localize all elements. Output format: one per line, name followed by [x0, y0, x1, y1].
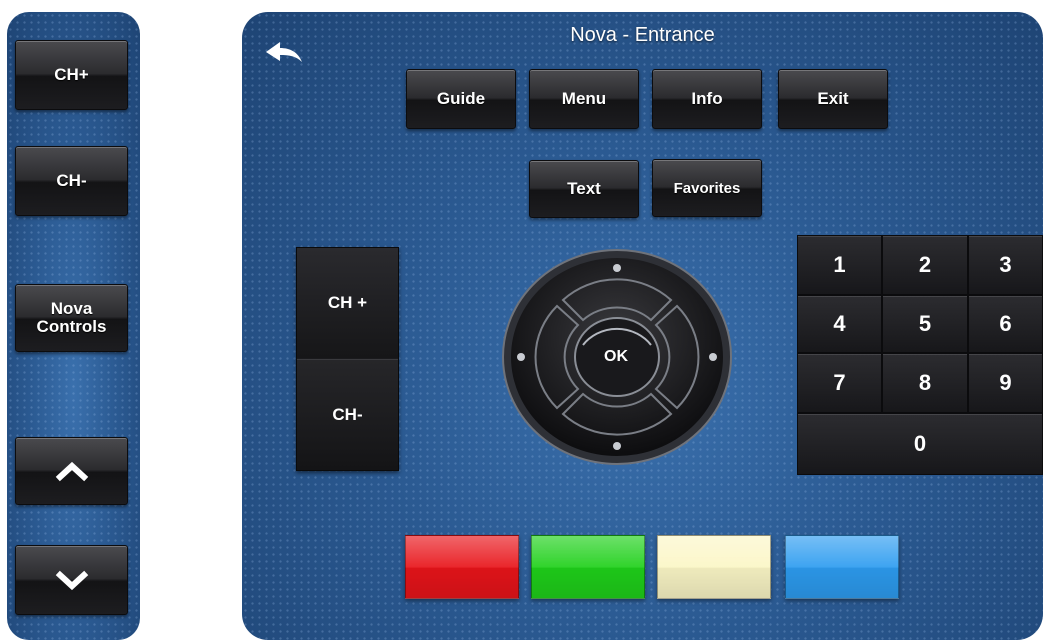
key-8-label: 8 [918, 370, 932, 395]
key-6-label: 6 [999, 311, 1012, 336]
key-0-label: 0 [913, 431, 927, 456]
channel-up-button[interactable]: CH+ [15, 40, 128, 110]
red-button[interactable] [405, 535, 519, 599]
green-button[interactable] [531, 535, 645, 599]
channel-up-label: CH+ [54, 65, 89, 84]
channel-down-label: CH- [56, 171, 87, 190]
yellow-button[interactable] [657, 535, 771, 599]
directional-pad: OK [501, 248, 733, 466]
menu-button[interactable]: Menu [529, 69, 639, 129]
key-9-label: 9 [999, 370, 1012, 395]
nova-controls-button[interactable]: Nova Controls [15, 284, 128, 352]
key-2[interactable]: 2 [882, 235, 968, 295]
rocker-channel-down-button[interactable]: CH- [297, 359, 398, 470]
key-4[interactable]: 4 [797, 295, 882, 353]
info-button[interactable]: Info [652, 69, 762, 129]
dpad-right-dot [709, 353, 717, 361]
main-panel: Nova - Entrance Guide Menu Info Exit Tex… [242, 12, 1043, 640]
rocker-channel-down-label: CH- [332, 405, 363, 424]
ok-button[interactable]: OK [576, 326, 656, 388]
key-8[interactable]: 8 [882, 353, 968, 413]
key-5-label: 5 [918, 311, 932, 336]
rocker-channel-up-label: CH + [327, 293, 368, 312]
key-3[interactable]: 3 [968, 235, 1043, 295]
key-7-label: 7 [833, 370, 846, 395]
dpad-down-dot [613, 442, 621, 450]
scroll-down-button[interactable] [15, 545, 128, 615]
rocker-channel-up-button[interactable]: CH + [297, 248, 398, 358]
key-2-label: 2 [918, 252, 932, 277]
exit-label: Exit [817, 89, 849, 108]
key-4-label: 4 [833, 311, 846, 336]
text-label: Text [567, 179, 601, 198]
key-6[interactable]: 6 [968, 295, 1043, 353]
text-button[interactable]: Text [529, 160, 639, 218]
info-label: Info [691, 89, 723, 108]
key-9[interactable]: 9 [968, 353, 1043, 413]
favorites-label: Favorites [673, 179, 741, 197]
ok-label: OK [604, 348, 628, 365]
page-title: Nova - Entrance [570, 24, 715, 46]
chevron-down-icon [55, 570, 88, 591]
channel-rocker: CH + CH- [296, 247, 399, 471]
key-5[interactable]: 5 [882, 295, 968, 353]
dpad-up-dot [613, 264, 621, 272]
chevron-up-icon [55, 461, 88, 482]
dpad-left-dot [517, 353, 525, 361]
favorites-button[interactable]: Favorites [652, 159, 762, 217]
guide-label: Guide [436, 89, 486, 108]
exit-button[interactable]: Exit [778, 69, 888, 129]
channel-down-button[interactable]: CH- [15, 146, 128, 216]
key-1[interactable]: 1 [797, 235, 882, 295]
key-3-label: 3 [999, 252, 1012, 277]
guide-button[interactable]: Guide [406, 69, 516, 129]
menu-label: Menu [561, 89, 607, 108]
key-1-label: 1 [833, 252, 846, 277]
blue-button[interactable] [785, 535, 899, 599]
scroll-up-button[interactable] [15, 437, 128, 505]
nova-controls-label-line1: Nova [50, 299, 93, 319]
key-0[interactable]: 0 [797, 413, 1043, 475]
nova-controls-label-line2: Controls [36, 317, 107, 336]
key-7[interactable]: 7 [797, 353, 882, 413]
side-panel: CH+ CH- Nova Controls [7, 12, 140, 640]
numeric-keypad: 1 2 3 4 5 6 7 8 9 0 [797, 235, 1043, 475]
